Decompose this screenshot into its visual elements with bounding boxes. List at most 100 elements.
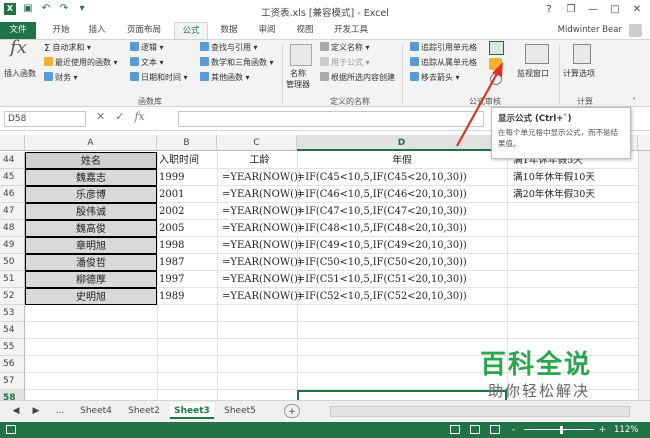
create-from-selection-button[interactable]: 根据所选内容创建: [320, 72, 395, 83]
cell-b[interactable]: 1989: [157, 288, 217, 305]
zoom-slider-thumb[interactable]: [560, 426, 563, 434]
cell-b[interactable]: 1999: [157, 169, 217, 186]
row-header[interactable]: 56: [0, 356, 25, 373]
cancel-icon[interactable]: ✕: [96, 110, 105, 123]
cell-c[interactable]: [217, 373, 297, 390]
cell-e[interactable]: 满10年休年假10天: [507, 169, 647, 186]
cell-a[interactable]: [25, 390, 157, 400]
row-header[interactable]: 49: [0, 237, 25, 254]
zoom-slider[interactable]: [524, 429, 594, 430]
cell-c[interactable]: 工龄: [217, 152, 297, 169]
cell-a[interactable]: 史明旭: [25, 288, 157, 305]
cell-c[interactable]: [217, 339, 297, 356]
watch-window-button[interactable]: 监视窗口: [517, 68, 549, 79]
add-sheet-button[interactable]: +: [284, 404, 300, 418]
cell-d[interactable]: =IF(C45<10,5,IF(C45<20,10,30)): [297, 169, 507, 186]
row-header[interactable]: 53: [0, 305, 25, 322]
lookup-button[interactable]: 查找与引用 ▾: [200, 42, 258, 53]
tab-insert[interactable]: 插入: [80, 22, 114, 39]
sheet-tab-sheet5[interactable]: Sheet5: [218, 403, 262, 419]
cell-b[interactable]: 1998: [157, 237, 217, 254]
row-header[interactable]: 55: [0, 339, 25, 356]
page-layout-view-icon[interactable]: [470, 425, 480, 434]
sheet-tab-sheet4[interactable]: Sheet4: [74, 403, 118, 419]
enter-icon[interactable]: ✓: [115, 110, 124, 123]
cell-a[interactable]: [25, 373, 157, 390]
cell-b[interactable]: [157, 305, 217, 322]
cell-d[interactable]: =IF(C52<10,5,IF(C52<20,10,30)): [297, 288, 507, 305]
logical-button[interactable]: 逻辑 ▾: [130, 42, 164, 53]
financial-button[interactable]: 财务 ▾: [44, 72, 78, 83]
cell-c[interactable]: =YEAR(NOW()): [217, 237, 302, 254]
column-header-a[interactable]: A: [25, 135, 157, 151]
cell-e[interactable]: [507, 305, 647, 322]
tab-data[interactable]: 数据: [212, 22, 246, 39]
cell-d[interactable]: [297, 305, 507, 322]
cell-e[interactable]: [507, 288, 647, 305]
text-button[interactable]: 文本 ▾: [130, 57, 164, 68]
row-header[interactable]: 50: [0, 254, 25, 271]
formula-input[interactable]: [178, 111, 484, 127]
cell-c[interactable]: [217, 390, 297, 400]
cell-a[interactable]: 魏嘉志: [25, 169, 157, 186]
horizontal-scrollbar[interactable]: [330, 406, 630, 417]
cell-a[interactable]: 乐彦博: [25, 186, 157, 203]
cell-d[interactable]: =IF(C47<10,5,IF(C47<20,10,30)): [297, 203, 507, 220]
trace-precedents-button[interactable]: 追踪引用单元格: [410, 42, 477, 53]
zoom-in-button[interactable]: +: [599, 422, 606, 438]
row-header[interactable]: 54: [0, 322, 25, 339]
cell-d[interactable]: 年假: [297, 152, 507, 169]
zoom-out-button[interactable]: -: [512, 422, 515, 438]
cell-d[interactable]: =IF(C50<10,5,IF(C50<20,10,30)): [297, 254, 507, 271]
row-header[interactable]: 57: [0, 373, 25, 390]
cell-c[interactable]: =YEAR(NOW()): [217, 254, 302, 271]
cell-c[interactable]: =YEAR(NOW()): [217, 186, 302, 203]
row-header[interactable]: 48: [0, 220, 25, 237]
cell-d[interactable]: [297, 390, 507, 400]
show-formulas-button[interactable]: [489, 41, 504, 55]
cell-e[interactable]: 满20年休年假30天: [507, 186, 647, 203]
collapse-ribbon-icon[interactable]: ˄: [632, 96, 636, 107]
cell-a[interactable]: 姓名: [25, 152, 157, 169]
cell-a[interactable]: 殷伟诚: [25, 203, 157, 220]
cell-c[interactable]: =YEAR(NOW()): [217, 220, 302, 237]
cell-d[interactable]: =IF(C46<10,5,IF(C46<20,10,30)): [297, 186, 507, 203]
cell-d[interactable]: =IF(C49<10,5,IF(C49<20,10,30)): [297, 237, 507, 254]
avatar[interactable]: [629, 24, 642, 37]
recent-functions-button[interactable]: 最近使用的函数 ▾: [44, 57, 118, 68]
tab-home[interactable]: 开始: [44, 22, 78, 39]
datetime-button[interactable]: 日期和时间 ▾: [130, 72, 188, 83]
remove-arrows-button[interactable]: 移去箭头 ▾: [410, 72, 460, 83]
tab-review[interactable]: 审阅: [250, 22, 284, 39]
row-header[interactable]: 45: [0, 169, 25, 186]
more-sheets-button[interactable]: ...: [52, 403, 68, 419]
cell-c[interactable]: =YEAR(NOW()): [217, 288, 302, 305]
sheet-tab-sheet2[interactable]: Sheet2: [122, 403, 166, 419]
more-functions-button[interactable]: 其他函数 ▾: [200, 72, 250, 83]
cell-b[interactable]: [157, 339, 217, 356]
cell-b[interactable]: 2002: [157, 203, 217, 220]
row-header[interactable]: 47: [0, 203, 25, 220]
ribbon-display-button[interactable]: ❐: [560, 1, 582, 19]
cell-d[interactable]: [297, 373, 507, 390]
cell-c[interactable]: [217, 356, 297, 373]
cell-e[interactable]: [507, 322, 647, 339]
cell-e[interactable]: [507, 203, 647, 220]
cell-a[interactable]: [25, 356, 157, 373]
cell-d[interactable]: =IF(C51<10,5,IF(C51<20,10,30)): [297, 271, 507, 288]
help-button[interactable]: ?: [538, 1, 560, 19]
cell-c[interactable]: =YEAR(NOW()): [217, 203, 302, 220]
cell-e[interactable]: [507, 237, 647, 254]
cell-e[interactable]: [507, 271, 647, 288]
cell-b[interactable]: [157, 356, 217, 373]
math-button[interactable]: 数学和三角函数 ▾: [200, 57, 274, 68]
maximize-button[interactable]: □: [604, 1, 626, 19]
insert-function-button[interactable]: 插入函数: [4, 68, 36, 79]
cell-a[interactable]: 柳德厚: [25, 271, 157, 288]
cell-a[interactable]: 潘俊哲: [25, 254, 157, 271]
cell-b[interactable]: [157, 390, 217, 400]
zoom-level[interactable]: 112%: [614, 422, 638, 438]
use-in-formula-button[interactable]: 用于公式 ▾: [320, 57, 370, 68]
row-header[interactable]: 46: [0, 186, 25, 203]
prev-sheet-icon[interactable]: ◀: [10, 403, 22, 419]
